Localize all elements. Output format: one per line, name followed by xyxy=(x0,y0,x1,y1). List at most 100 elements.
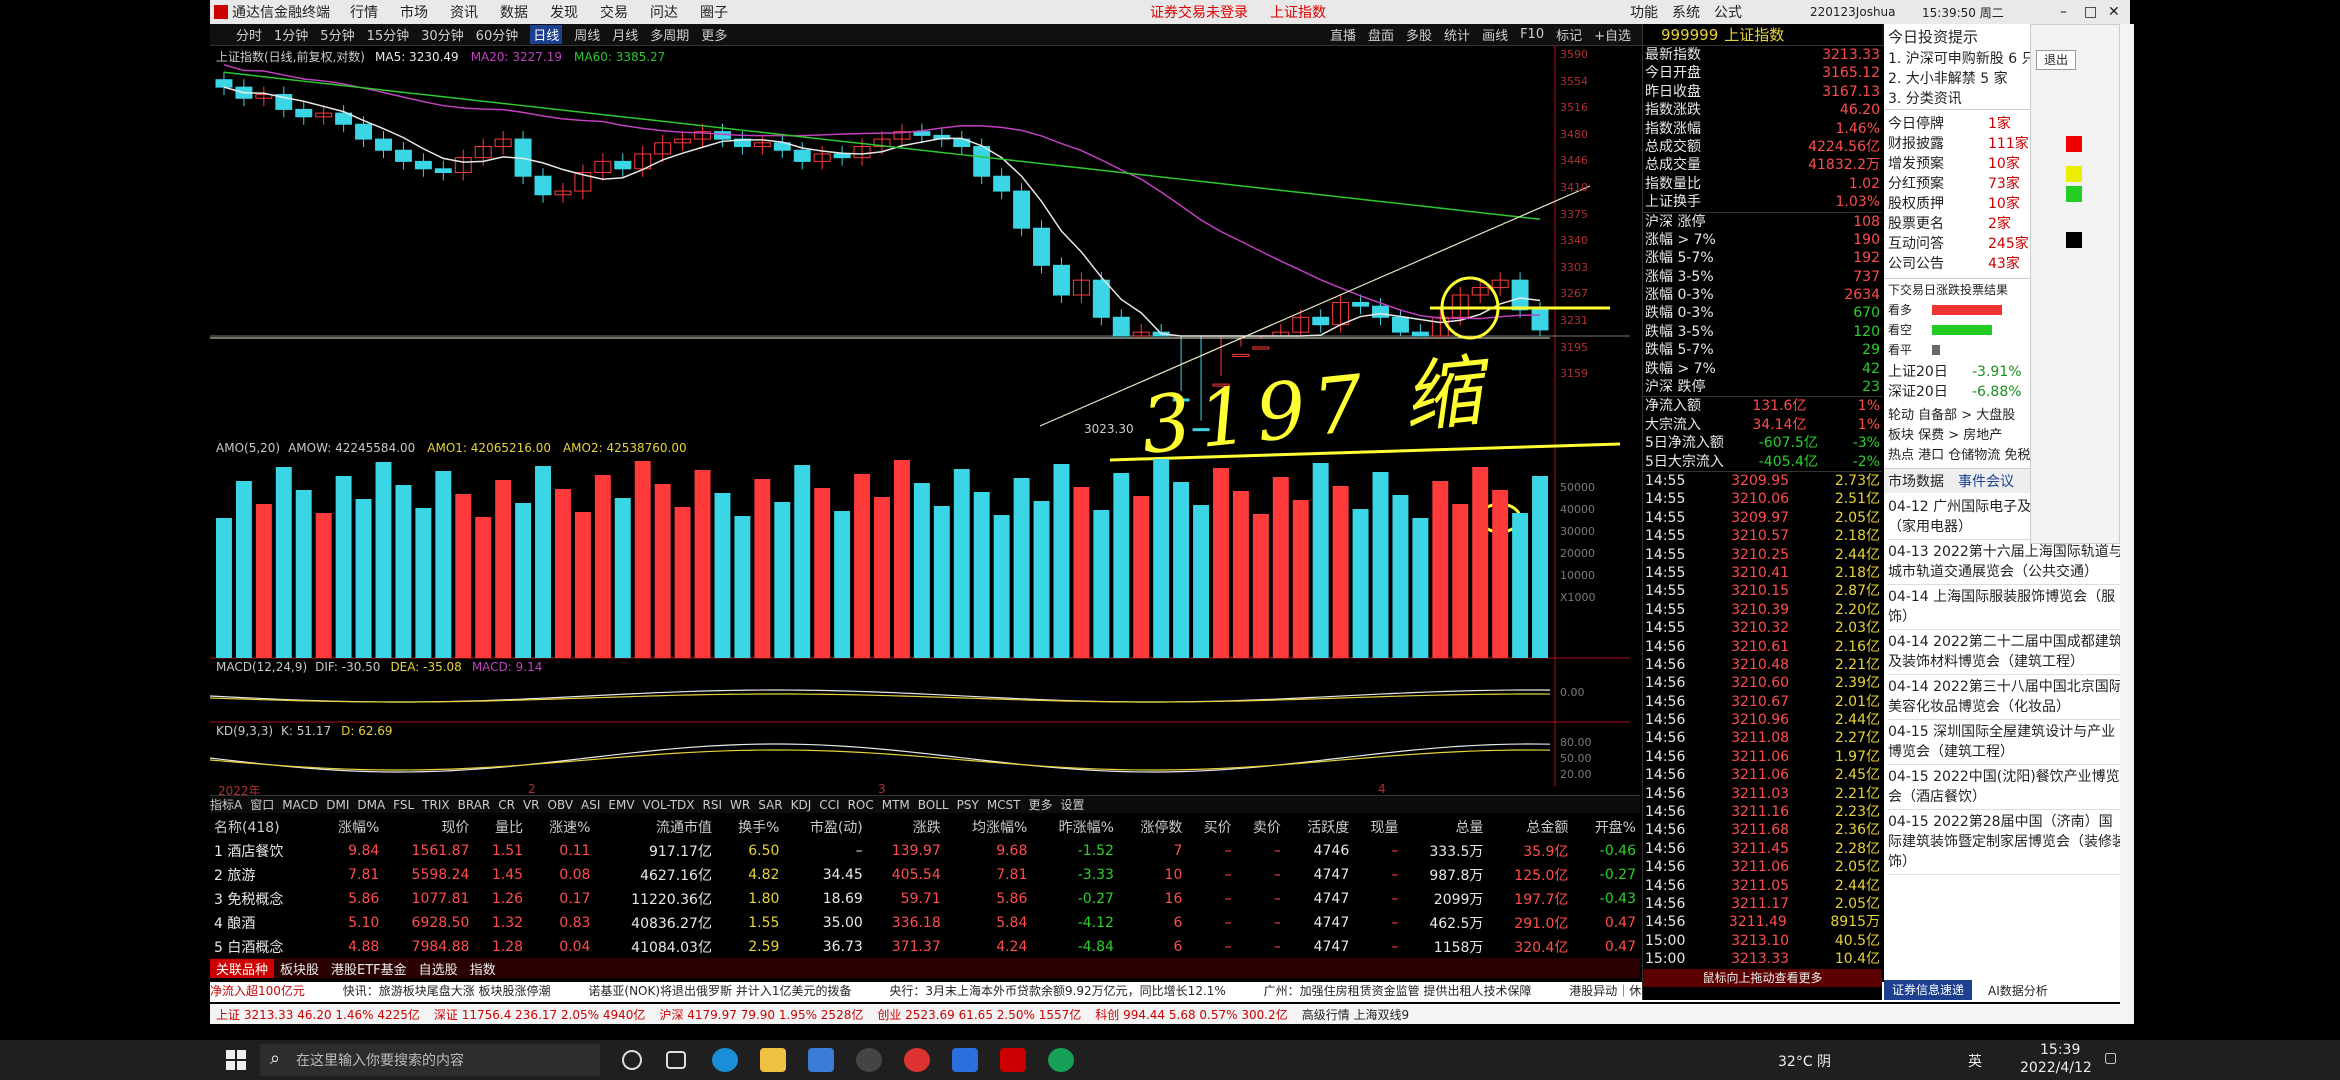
column-header[interactable]: 量比 xyxy=(473,815,527,839)
table-row[interactable]: 1 酒店餐饮 9.84 1561.87 1.51 0.11 917.17亿 6.50 – 139… xyxy=(210,839,1640,863)
column-header[interactable]: 涨跌 xyxy=(867,815,945,839)
indicator-tab[interactable]: 窗口 xyxy=(250,796,274,813)
menu-hq[interactable]: 行情 xyxy=(350,2,378,22)
event-item[interactable]: 04-13 2022第十六届上海国际轨道与城市轨道交通展览会（公共交通） xyxy=(1888,540,2126,585)
tab-live[interactable]: 直播 xyxy=(1330,25,1356,44)
bottom-tab[interactable]: 指数 xyxy=(464,959,502,978)
weather[interactable]: 32°C 阴 xyxy=(1778,1051,1831,1071)
period-weekly[interactable]: 周线 xyxy=(574,25,600,44)
tab-panel[interactable]: 盘面 xyxy=(1368,25,1394,44)
indicator-tab[interactable]: DMI xyxy=(326,798,349,812)
column-header[interactable]: 总量 xyxy=(1403,815,1488,839)
column-header[interactable]: 开盘% xyxy=(1572,815,1640,839)
menu-gs[interactable]: 公式 xyxy=(1714,2,1742,22)
period-60min[interactable]: 60分钟 xyxy=(476,25,519,44)
indicator-tab[interactable]: WR xyxy=(730,798,750,812)
indicator-tab[interactable]: ROC xyxy=(848,798,874,812)
column-header[interactable]: 涨幅% xyxy=(316,815,383,839)
indicator-tab[interactable]: MCST xyxy=(987,798,1021,812)
news-item-4[interactable]: 广州：加强住房租赁资金监管 提供出租人技术保障 xyxy=(1264,984,1532,998)
column-header[interactable]: 均涨幅% xyxy=(945,815,1032,839)
taskview-icon[interactable] xyxy=(666,1051,686,1069)
news-item-3[interactable]: 央行：3月末上海本外币贷款余额9.92万亿元，同比增长12.1% xyxy=(889,984,1225,998)
column-header[interactable]: 总金额 xyxy=(1487,815,1572,839)
indicator-tab[interactable]: MACD xyxy=(282,798,318,812)
event-item[interactable]: 04-15 2022第28届中国（济南）国际建筑装饰暨定制家居博览会（装修装饰） xyxy=(1888,810,2126,875)
column-header[interactable]: 昨涨幅% xyxy=(1031,815,1118,839)
menu-qz[interactable]: 圈子 xyxy=(700,2,728,22)
column-header[interactable]: 换手% xyxy=(716,815,783,839)
edge-icon[interactable] xyxy=(712,1048,738,1072)
tab-market-data[interactable]: 市场数据 xyxy=(1888,471,1944,491)
event-item[interactable]: 04-14 上海国际服装服饰博览会（服饰） xyxy=(1888,585,2126,630)
indicator-tab[interactable]: TRIX xyxy=(422,798,449,812)
indicator-tab[interactable]: DMA xyxy=(357,798,385,812)
tdx-icon[interactable] xyxy=(952,1048,978,1072)
notification-icon[interactable]: ▢ xyxy=(2104,1050,2117,1066)
column-header[interactable]: 卖价 xyxy=(1236,815,1285,839)
indicator-tab[interactable]: OBV xyxy=(548,798,574,812)
period-1min[interactable]: 1分钟 xyxy=(274,25,308,44)
indicator-tab[interactable]: VOL-TDX xyxy=(643,798,695,812)
indicator-tab[interactable]: MTM xyxy=(882,798,910,812)
column-header[interactable]: 名称(418) xyxy=(210,815,316,839)
explorer-icon[interactable] xyxy=(760,1048,786,1072)
exit-draw-button[interactable]: 退出 xyxy=(2036,50,2076,70)
indicator-tab[interactable]: 指标A xyxy=(210,796,242,813)
indicator-tab[interactable]: KDJ xyxy=(791,798,812,812)
kline-chart-area[interactable]: 上证指数(日线,前复权,对数) MA5: 3230.49 MA20: 3227.… xyxy=(210,46,1640,806)
taskbar-search[interactable]: 在这里输入你要搜索的内容 xyxy=(260,1044,600,1076)
footer-info[interactable]: 证券信息速递 xyxy=(1884,980,1973,1000)
table-row[interactable]: 5 白酒概念 4.88 7984.88 1.28 0.04 41084.03亿 2.59 36… xyxy=(210,935,1640,959)
start-icon[interactable] xyxy=(226,1050,246,1070)
bottom-tab[interactable]: 板块股 xyxy=(274,959,325,978)
column-header[interactable]: 涨停数 xyxy=(1118,815,1186,839)
menu-jy[interactable]: 交易 xyxy=(600,2,628,22)
chrome-icon[interactable] xyxy=(904,1048,930,1072)
footer-ai[interactable]: AI数据分析 xyxy=(1988,982,2048,999)
table-row[interactable]: 4 酿酒 5.10 6928.50 1.32 0.83 40836.27亿 1.55 35.0… xyxy=(210,911,1640,935)
news-item-1[interactable]: 快讯：旅游板块尾盘大涨 板块股涨停潮 xyxy=(343,984,551,998)
indicator-tab[interactable]: SAR xyxy=(758,798,782,812)
column-header[interactable]: 现价 xyxy=(383,815,473,839)
indicator-tab[interactable]: 设置 xyxy=(1061,796,1085,813)
event-item[interactable]: 04-15 深圳国际全屋建筑设计与产业博览会（建筑工程） xyxy=(1888,720,2126,765)
status-cy[interactable]: 创业 2523.69 61.65 2.50% 1557亿 xyxy=(877,1006,1081,1023)
menu-sj[interactable]: 数据 xyxy=(500,2,528,22)
color-red-swatch[interactable] xyxy=(2066,136,2082,152)
menu-wd[interactable]: 问达 xyxy=(650,2,678,22)
column-header[interactable]: 流通市值 xyxy=(594,815,716,839)
tdx2-icon[interactable] xyxy=(1000,1048,1026,1072)
status-hs[interactable]: 沪深 4179.97 79.90 1.95% 2528亿 xyxy=(659,1006,863,1023)
menu-xt[interactable]: 系统 xyxy=(1672,2,1700,22)
tab-watchlist[interactable]: +自选 xyxy=(1594,25,1631,44)
tab-draw[interactable]: 画线 xyxy=(1482,25,1508,44)
tab-multi[interactable]: 多股 xyxy=(1406,25,1432,44)
period-5min[interactable]: 5分钟 xyxy=(320,25,354,44)
indicator-tab[interactable]: ASI xyxy=(581,798,600,812)
bottom-tab[interactable]: 自选股 xyxy=(413,959,464,978)
store-icon[interactable] xyxy=(808,1048,834,1072)
indicator-tab[interactable]: BRAR xyxy=(458,798,491,812)
period-15min[interactable]: 15分钟 xyxy=(367,25,410,44)
ime-lang[interactable]: 英 xyxy=(1968,1051,1982,1071)
period-multi[interactable]: 多周期 xyxy=(650,25,689,44)
app-icon[interactable] xyxy=(856,1048,882,1072)
bottom-tab[interactable]: 关联品种 xyxy=(210,958,275,978)
tab-stats[interactable]: 统计 xyxy=(1444,25,1470,44)
indicator-tab[interactable]: CR xyxy=(498,798,515,812)
tab-mark[interactable]: 标记 xyxy=(1556,25,1582,44)
column-header[interactable]: 买价 xyxy=(1186,815,1235,839)
bottom-tab[interactable]: 港股ETF基金 xyxy=(325,959,413,978)
column-header[interactable]: 现量 xyxy=(1353,815,1402,839)
column-header[interactable]: 市盈(动) xyxy=(783,815,866,839)
menu-zx[interactable]: 资讯 xyxy=(450,2,478,22)
column-header[interactable]: 活跃度 xyxy=(1285,815,1353,839)
color-green-swatch[interactable] xyxy=(2066,186,2082,202)
indicator-tab[interactable]: PSY xyxy=(957,798,979,812)
app2-icon[interactable] xyxy=(1048,1048,1074,1072)
color-black-swatch[interactable] xyxy=(2066,232,2082,248)
maximize-icon[interactable]: □ xyxy=(2084,4,2097,20)
menu-gn[interactable]: 功能 xyxy=(1630,2,1658,22)
table-row[interactable]: 3 免税概念 5.86 1077.81 1.26 0.17 11220.36亿 1.80 18… xyxy=(210,887,1640,911)
